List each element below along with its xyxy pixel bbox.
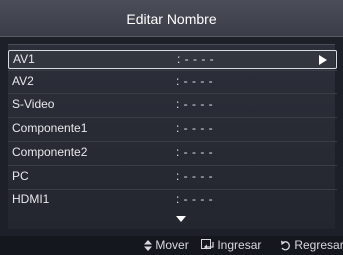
row-value: : - - - -: [176, 121, 214, 135]
row-label: AV2: [12, 74, 34, 88]
scroll-down-icon[interactable]: [176, 216, 186, 222]
move-hint: Mover: [144, 236, 189, 255]
menu-row-pc[interactable]: PC : - - - -: [8, 167, 337, 186]
return-hint: Regresar: [280, 236, 343, 255]
row-label: Componente1: [12, 121, 88, 135]
key-guide: Mover Ingresar Regresar: [0, 236, 343, 255]
menu-title: Editar Nombre: [0, 0, 343, 37]
row-label: S-Video: [12, 97, 55, 111]
row-value: : - - - -: [176, 145, 214, 159]
row-label: AV1: [13, 52, 35, 66]
return-icon: [281, 240, 290, 251]
row-value: : - - - -: [176, 97, 214, 111]
row-label: PC: [12, 169, 29, 183]
menu-row-av1[interactable]: AV1 : - - - -: [8, 50, 337, 69]
row-label: HDMI1: [12, 192, 50, 206]
row-divider: [8, 117, 337, 118]
row-label: Componente2: [12, 145, 88, 159]
osd-menu: Editar Nombre AV1 : - - - - AV2 : - - - …: [0, 0, 343, 255]
row-divider: [8, 93, 337, 94]
menu-row-componente2[interactable]: Componente2 : - - - -: [8, 143, 337, 162]
row-value: : - - - -: [176, 169, 214, 183]
move-label: Mover: [155, 238, 189, 252]
menu-row-av2[interactable]: AV2 : - - - -: [8, 72, 337, 91]
row-value: : - - - -: [176, 74, 214, 88]
row-divider: [8, 141, 337, 142]
row-value: : - - - -: [177, 52, 215, 66]
enter-hint: Ingresar: [201, 236, 261, 255]
return-label: Regresar: [294, 238, 343, 252]
row-value: : - - - -: [176, 192, 214, 206]
row-divider: [8, 70, 337, 71]
menu-row-s-video[interactable]: S-Video : - - - -: [8, 95, 337, 114]
play-right-icon: [319, 55, 327, 65]
menu-row-componente1[interactable]: Componente1 : - - - -: [8, 119, 337, 138]
menu-row-hdmi1[interactable]: HDMI1 : - - - -: [8, 190, 337, 209]
enter-icon: [201, 239, 214, 250]
row-divider: [8, 165, 337, 166]
enter-label: Ingresar: [217, 238, 262, 252]
up-down-arrows-icon: [144, 240, 152, 251]
